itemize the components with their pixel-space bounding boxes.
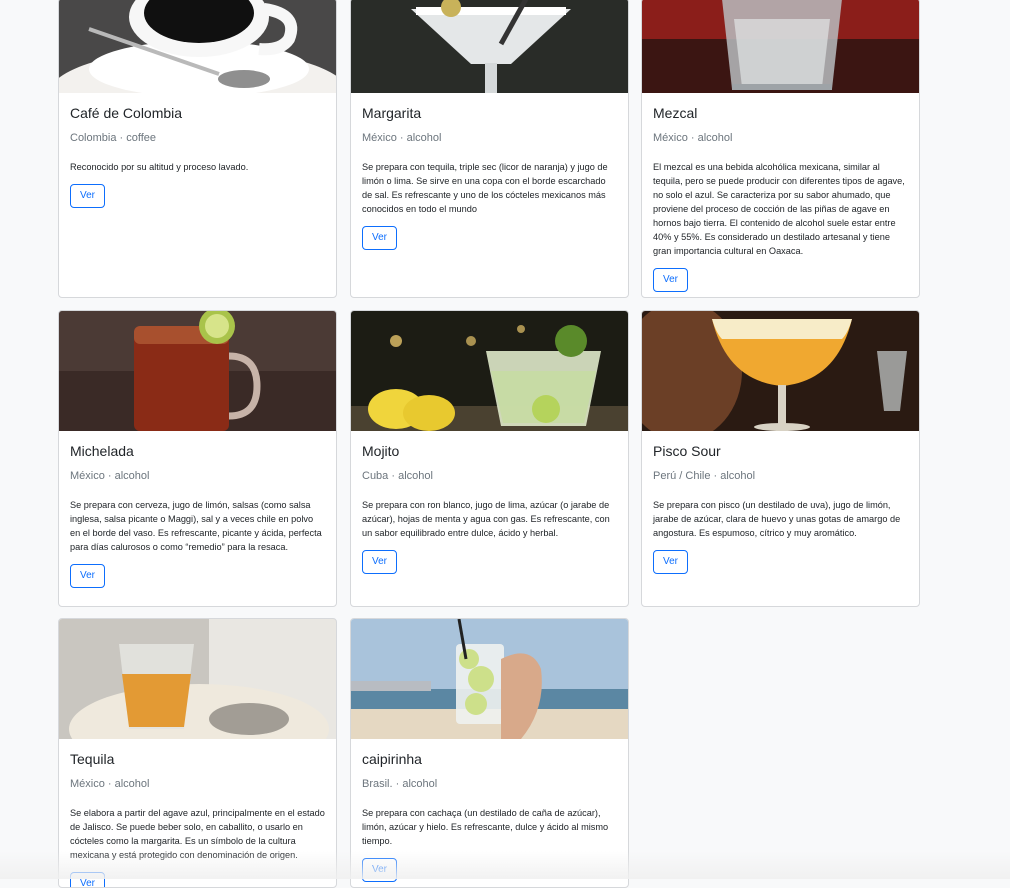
card-subtitle: Perú / Chile · alcohol	[653, 470, 756, 482]
drink-card-margarita: Margarita México · alcohol Se prepara co…	[350, 0, 629, 298]
card-subtitle: Cuba · alcohol	[362, 470, 433, 482]
mezcal-glass-photo	[642, 0, 919, 93]
drink-card-michelada: Michelada México · alcohol Se prepara co…	[58, 310, 337, 607]
card-title: Michelada	[70, 443, 134, 459]
ver-button[interactable]: Ver	[70, 564, 106, 588]
card-description: Se prepara con pisco (un destilado de uv…	[653, 500, 901, 538]
margarita-glass-photo	[351, 0, 628, 93]
drink-card-tequila: Tequila México · alcohol Se elabora a pa…	[58, 618, 337, 888]
ver-button[interactable]: Ver	[653, 550, 689, 574]
card-description: Se elabora a partir del agave azul, prin…	[70, 808, 325, 860]
mojito-glass-photo	[351, 311, 628, 431]
card-title: Café de Colombia	[70, 105, 183, 121]
tequila-glass-photo	[59, 619, 336, 739]
card-subtitle: México · alcohol	[362, 132, 442, 144]
ver-button[interactable]: Ver	[70, 184, 106, 208]
card-description: Se prepara con cachaça (un destilado de …	[362, 808, 609, 846]
card-description: Se prepara con cerveza, jugo de limón, s…	[70, 500, 322, 552]
ver-button[interactable]: Ver	[653, 268, 689, 292]
card-description: Se prepara con ron blanco, jugo de lima,…	[362, 500, 610, 538]
card-subtitle: México · alcohol	[653, 132, 733, 144]
card-subtitle: Brasil. · alcohol	[362, 778, 438, 790]
drink-card-cafe-de-colombia: Café de Colombia Colombia · coffee Recon…	[58, 0, 337, 298]
michelada-mug-photo	[59, 311, 336, 431]
card-description: Reconocido por su altitud y proceso lava…	[70, 162, 249, 172]
drink-card-caipirinha: caipirinha Brasil. · alcohol Se prepara …	[350, 618, 629, 888]
card-subtitle: México · alcohol	[70, 470, 150, 482]
card-subtitle: Colombia · coffee	[70, 132, 157, 144]
card-title: Mezcal	[653, 105, 698, 121]
coffee-cup-photo	[59, 0, 336, 93]
drink-card-mojito: Mojito Cuba · alcohol Se prepara con ron…	[350, 310, 629, 607]
card-description: Se prepara con tequila, triple sec (lico…	[362, 162, 608, 214]
card-title: Tequila	[70, 751, 115, 767]
ver-button[interactable]: Ver	[362, 550, 398, 574]
card-subtitle: México · alcohol	[70, 778, 150, 790]
caipirinha-beach-photo	[351, 619, 628, 739]
card-title: Pisco Sour	[653, 443, 721, 459]
card-title: Margarita	[362, 105, 422, 121]
pisco-sour-coupe-photo	[642, 311, 919, 431]
card-title: Mojito	[362, 443, 400, 459]
drink-card-mezcal: Mezcal México · alcohol El mezcal es una…	[641, 0, 920, 298]
ver-button[interactable]: Ver	[362, 226, 398, 250]
drink-card-pisco-sour: Pisco Sour Perú / Chile · alcohol Se pre…	[641, 310, 920, 607]
ver-button[interactable]: Ver	[362, 858, 398, 882]
card-title: caipirinha	[362, 751, 422, 767]
ver-button[interactable]: Ver	[70, 872, 106, 887]
card-description: El mezcal es una bebida alcohólica mexic…	[653, 162, 905, 256]
